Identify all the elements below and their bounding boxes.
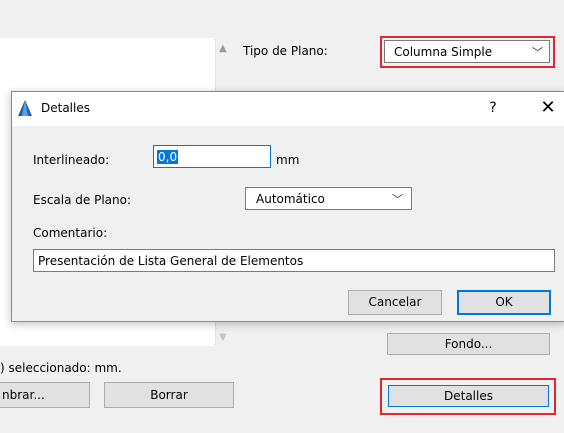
details-dialog: Detalles ? ✕ Interlineado: 0,0 mm Escala… — [11, 91, 564, 322]
detalles-button[interactable]: Detalles — [388, 385, 549, 407]
scroll-down-arrow-icon[interactable]: ▼ — [219, 333, 229, 343]
comentario-label: Comentario: — [33, 226, 108, 240]
escala-select[interactable]: Automático ﹀ — [245, 187, 412, 210]
escala-label: Escala de Plano: — [33, 193, 132, 207]
plan-type-select[interactable]: Columna Simple ﹀ — [384, 40, 550, 63]
comentario-value: Presentación de Lista General de Element… — [38, 254, 304, 268]
scroll-up-arrow-icon[interactable]: ▲ — [219, 44, 229, 54]
comentario-input[interactable]: Presentación de Lista General de Element… — [33, 249, 555, 272]
archicad-app-icon — [18, 100, 32, 116]
fondo-button[interactable]: Fondo... — [387, 333, 550, 355]
interlineado-input[interactable]: 0,0 — [153, 145, 271, 168]
selection-status-text: ) seleccionado: mm. — [0, 361, 122, 375]
close-icon[interactable]: ✕ — [538, 98, 558, 118]
interlineado-unit: mm — [276, 153, 300, 167]
chevron-down-icon: ﹀ — [392, 193, 403, 206]
plan-type-value: Columna Simple — [394, 45, 493, 59]
ok-button[interactable]: OK — [457, 290, 551, 315]
interlineado-label: Interlineado: — [33, 153, 110, 167]
help-button[interactable]: ? — [483, 98, 503, 118]
dialog-titlebar[interactable]: Detalles ? ✕ — [12, 92, 564, 126]
cancel-button[interactable]: Cancelar — [348, 290, 442, 315]
chevron-down-icon: ﹀ — [532, 46, 543, 59]
dialog-title: Detalles — [41, 101, 90, 115]
borrar-button[interactable]: Borrar — [104, 382, 234, 408]
plan-type-label: Tipo de Plano: — [243, 44, 328, 58]
nombrar-button[interactable]: nbrar... — [0, 382, 90, 408]
escala-value: Automático — [256, 192, 325, 206]
interlineado-value: 0,0 — [157, 150, 179, 164]
